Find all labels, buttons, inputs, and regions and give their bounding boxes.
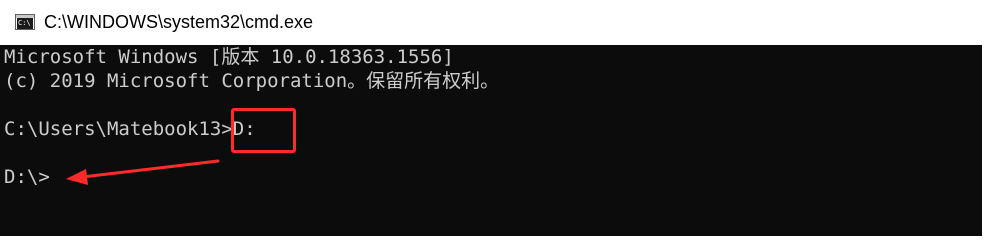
cmd-window: C:\ C:\WINDOWS\system32\cmd.exe Microsof… (0, 0, 992, 236)
console-line-version: Microsoft Windows [版本 10.0.18363.1556] (4, 46, 454, 68)
title-bar[interactable]: C:\ C:\WINDOWS\system32\cmd.exe (0, 0, 992, 45)
cmd-icon[interactable]: C:\ (15, 14, 35, 30)
cmd-icon-glyph: C:\ (17, 18, 33, 29)
window-title: C:\WINDOWS\system32\cmd.exe (44, 12, 314, 32)
scrollbar[interactable] (982, 45, 992, 236)
console-line-prompt: D:\> (4, 166, 50, 188)
console-line-copyright: (c) 2019 Microsoft Corporation。保留所有权利。 (4, 70, 500, 92)
highlight-box-annotation (231, 108, 296, 153)
console-area[interactable]: Microsoft Windows [版本 10.0.18363.1556] (… (0, 45, 982, 236)
